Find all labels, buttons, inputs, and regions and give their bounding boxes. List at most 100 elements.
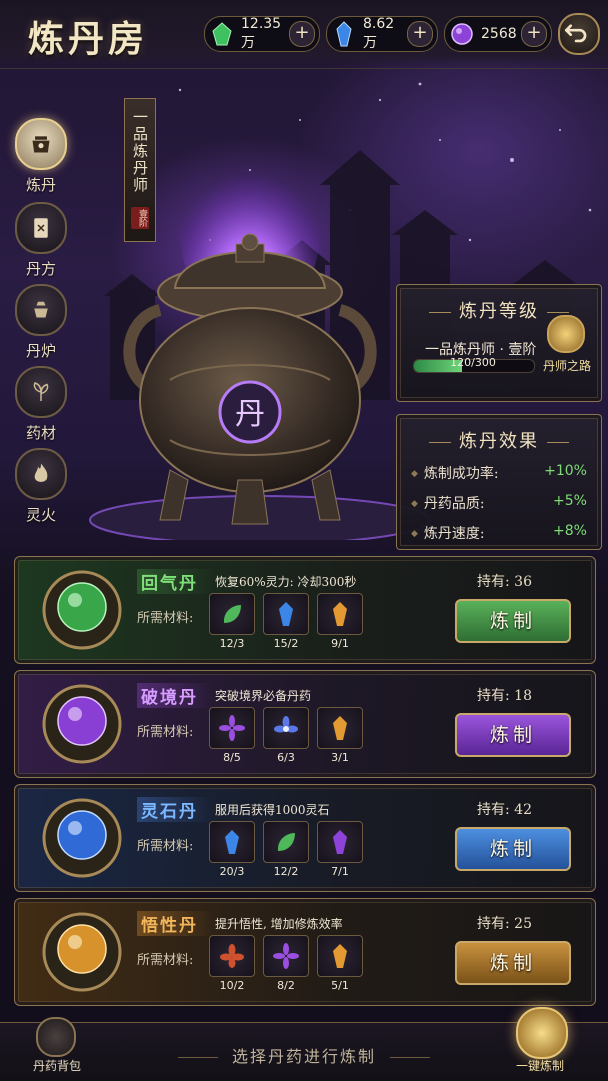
material-count: 20/3 xyxy=(219,865,245,878)
nav-label: 灵火 xyxy=(25,506,56,524)
nav-item-herbs[interactable]: 药材 xyxy=(10,366,72,444)
herb-icon xyxy=(15,366,67,418)
material-count: 5/1 xyxy=(331,979,349,992)
material-slot[interactable]: 5/1 xyxy=(317,935,363,992)
nav-item-furnace[interactable]: 丹炉 xyxy=(10,284,72,362)
red-flower-icon xyxy=(220,944,244,968)
blue-crystal-icon xyxy=(336,21,352,47)
level-progress-text: 120/300 xyxy=(450,356,496,369)
nav-item-fire[interactable]: 灵火 xyxy=(10,448,72,526)
blue-crystal-icon xyxy=(279,602,293,626)
resource-value: 8.62万 xyxy=(363,16,395,51)
effect-label: 丹药品质: xyxy=(411,493,485,513)
amber-crystal-icon xyxy=(333,944,347,968)
pill-card-huiqi[interactable]: 回气丹 恢复60%灵力: 冷却300秒 所需材料: 12/3 15/2 9/1 … xyxy=(14,556,596,664)
material-count: 6/3 xyxy=(277,751,295,764)
pill-owned: 持有: 36 xyxy=(477,574,532,590)
material-count: 15/2 xyxy=(273,637,299,650)
top-bar: 炼丹房 12.35万 + 8.62万 + 2568 + xyxy=(0,0,608,69)
resource-crystal: 8.62万 + xyxy=(326,16,438,52)
materials-list: 20/3 12/2 7/1 xyxy=(209,821,371,878)
blue-pill-orb-icon xyxy=(42,798,122,878)
effect-label: 炼丹速度: xyxy=(411,523,485,543)
purple-crystal-icon xyxy=(333,830,347,854)
add-crystal-button[interactable]: + xyxy=(407,21,433,47)
one-click-refine-label[interactable]: 一键炼制 xyxy=(505,1057,575,1074)
material-slot[interactable]: 6/3 xyxy=(263,707,309,764)
pill-desc: 突破境界必备丹药 xyxy=(215,689,312,703)
green-jade-icon xyxy=(212,22,232,46)
nav-label: 丹方 xyxy=(25,260,56,278)
material-count: 12/3 xyxy=(219,637,245,650)
alchemist-road-label[interactable]: 丹师之路 xyxy=(539,357,595,374)
back-button[interactable] xyxy=(558,13,600,55)
material-slot[interactable]: 3/1 xyxy=(317,707,363,764)
resource-value: 2568 xyxy=(481,26,517,42)
nav-label: 炼丹 xyxy=(25,176,56,194)
alchemy-cauldron[interactable]: 丹 xyxy=(100,150,400,540)
effect-value: +5% xyxy=(553,493,587,509)
pill-card-lingshi[interactable]: 灵石丹 服用后获得1000灵石 所需材料: 20/3 12/2 7/1 持有: … xyxy=(14,784,596,892)
refine-button[interactable]: 炼制 xyxy=(455,827,571,871)
material-slot[interactable]: 10/2 xyxy=(209,935,255,992)
material-slot[interactable]: 20/3 xyxy=(209,821,255,878)
materials-label: 所需材料: xyxy=(137,611,194,626)
purple-orb-icon xyxy=(451,23,473,45)
materials-list: 12/3 15/2 9/1 xyxy=(209,593,371,650)
back-arrow-icon xyxy=(564,24,587,43)
nav-item-alchemy[interactable]: 炼丹 xyxy=(10,118,72,196)
resource-value: 12.35万 xyxy=(241,16,282,51)
alchemist-road-icon[interactable] xyxy=(547,315,585,353)
material-slot[interactable]: 12/3 xyxy=(209,593,255,650)
material-count: 10/2 xyxy=(219,979,245,992)
effect-row: 丹药品质: +5% xyxy=(411,493,587,513)
pill-owned: 持有: 25 xyxy=(477,916,532,932)
pill-name: 悟性丹 xyxy=(137,911,214,936)
nav-item-recipe[interactable]: 丹方 xyxy=(10,202,72,280)
blue-crystal-icon xyxy=(225,830,239,854)
effect-value: +10% xyxy=(544,463,587,479)
purple-flower-icon xyxy=(219,715,245,741)
pill-card-pojing[interactable]: 破境丹 突破境界必备丹药 所需材料: 8/5 6/3 3/1 持有: 18 炼制 xyxy=(14,670,596,778)
purple-pill-orb-icon xyxy=(42,684,122,764)
flame-icon xyxy=(15,448,67,500)
pill-card-wuxing[interactable]: 悟性丹 提升悟性, 增加修炼效率 所需材料: 10/2 8/2 5/1 持有: … xyxy=(14,898,596,1006)
add-orb-button[interactable]: + xyxy=(521,21,547,47)
green-leaf-icon xyxy=(223,605,241,623)
material-slot[interactable]: 15/2 xyxy=(263,593,309,650)
materials-label: 所需材料: xyxy=(137,839,194,854)
page-title: 炼丹房 xyxy=(28,18,149,60)
materials-label: 所需材料: xyxy=(137,953,194,968)
refine-button[interactable]: 炼制 xyxy=(455,941,571,985)
material-slot[interactable]: 8/5 xyxy=(209,707,255,764)
pill-desc: 恢复60%灵力: 冷却300秒 xyxy=(215,575,357,589)
material-slot[interactable]: 8/2 xyxy=(263,935,309,992)
effect-panel: 炼丹效果 炼制成功率: +10% 丹药品质: +5% 炼丹速度: +8% xyxy=(396,414,602,550)
blue-lotus-icon xyxy=(274,716,298,733)
add-jade-button[interactable]: + xyxy=(289,21,315,47)
bottom-bar: 丹药背包 选择丹药进行炼制 一键炼制 xyxy=(0,1007,608,1081)
material-slot[interactable]: 7/1 xyxy=(317,821,363,878)
material-count: 8/5 xyxy=(223,751,241,764)
pill-owned: 持有: 42 xyxy=(477,802,532,818)
pill-desc: 提升悟性, 增加修炼效率 xyxy=(215,917,343,931)
material-slot[interactable]: 12/2 xyxy=(263,821,309,878)
nav-label: 药材 xyxy=(25,424,56,442)
pill-desc: 服用后获得1000灵石 xyxy=(215,803,330,817)
one-click-refine-icon[interactable] xyxy=(516,1007,568,1059)
cauldron-icon xyxy=(15,118,67,170)
material-slot[interactable]: 9/1 xyxy=(317,593,363,650)
effect-row: 炼丹速度: +8% xyxy=(411,523,587,543)
level-panel: 炼丹等级 一品炼丹师 · 壹阶 120/300 丹师之路 xyxy=(396,284,602,402)
green-pill-orb-icon xyxy=(42,570,122,650)
effect-value: +8% xyxy=(553,523,587,539)
effect-panel-title: 炼丹效果 xyxy=(397,427,601,453)
refine-button[interactable]: 炼制 xyxy=(455,713,571,757)
amber-crystal-icon xyxy=(333,602,347,626)
refine-button[interactable]: 炼制 xyxy=(455,599,571,643)
gold-pill-orb-icon xyxy=(42,912,122,992)
material-count: 8/2 xyxy=(277,979,295,992)
resource-jade: 12.35万 + xyxy=(204,16,320,52)
pill-name: 回气丹 xyxy=(137,569,214,594)
effect-row: 炼制成功率: +10% xyxy=(411,463,587,483)
